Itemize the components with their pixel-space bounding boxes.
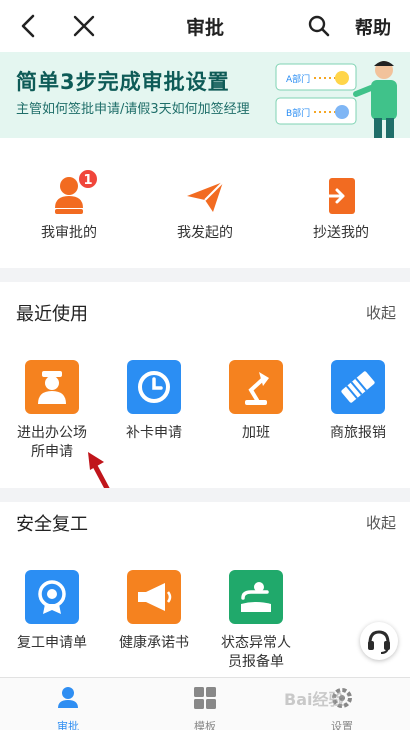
bottom-tab-bar: 审批 模板 设置 [0, 677, 410, 730]
section-title: 安全复工 [16, 514, 88, 535]
tab-label: 设置 [331, 720, 353, 730]
banner-card-a: A部门 [286, 73, 310, 85]
quick-item-label: 抄送我的 [313, 225, 369, 241]
page-title: 审批 [185, 17, 224, 39]
desk-lamp-icon [229, 360, 283, 414]
notification-badge: 1 [77, 168, 99, 190]
approver-person-icon: 1 [47, 168, 99, 218]
quick-item-label: 我发起的 [177, 225, 233, 241]
app-label: 复工申请单 [17, 635, 87, 651]
app-overtime[interactable]: 加班 [208, 360, 304, 443]
app-label: 补卡申请 [126, 425, 182, 441]
watermark-text: Bai经验 [284, 690, 345, 709]
quick-actions: 1 我审批的 我发起的 抄送我的 [0, 138, 410, 268]
guard-person-icon [25, 360, 79, 414]
cc-document-icon [319, 174, 363, 218]
ticket-icon [331, 360, 385, 414]
app-return-to-work[interactable]: 复工申请单 [4, 570, 100, 653]
collapse-button[interactable]: 收起 [366, 302, 396, 323]
section-divider [0, 488, 410, 502]
section-divider [0, 268, 410, 282]
customer-service-button[interactable] [360, 622, 398, 660]
quick-item-my-approvals[interactable]: 1 我审批的 [14, 168, 124, 242]
app-label: 健康承诺书 [119, 635, 189, 651]
tab-label: 审批 [57, 720, 79, 730]
app-label: 商旅报销 [330, 425, 386, 441]
grid-icon [194, 687, 216, 709]
app-abnormal-status-report[interactable]: 状态异常人员报备单 [208, 570, 304, 672]
approval-person-icon [58, 687, 78, 708]
tab-label: 模板 [194, 720, 216, 730]
app-clock-in-fix[interactable]: 补卡申请 [106, 360, 202, 443]
quick-item-cc-me[interactable]: 抄送我的 [286, 174, 396, 242]
report-person-icon [229, 570, 283, 624]
chevron-left-icon[interactable] [16, 12, 42, 40]
app-label: 状态异常人员报备单 [221, 635, 291, 670]
search-icon[interactable] [306, 13, 332, 39]
headset-icon [368, 630, 390, 654]
tab-approval[interactable]: 审批 [28, 684, 108, 730]
recent-section-header: 最近使用 收起 [0, 292, 410, 332]
app-label: 加班 [242, 425, 270, 441]
top-nav-bar: 审批 帮助 [0, 0, 410, 52]
badge-medal-icon [25, 570, 79, 624]
paper-plane-icon [183, 174, 227, 218]
quick-item-label: 我审批的 [41, 225, 97, 241]
app-health-pledge[interactable]: 健康承诺书 [106, 570, 202, 653]
banner-illustration: A部门 B部门 [275, 61, 397, 138]
quick-item-initiated[interactable]: 我发起的 [150, 174, 260, 242]
clock-icon [127, 360, 181, 414]
app-travel-reimbursement[interactable]: 商旅报销 [310, 360, 406, 443]
close-icon[interactable] [70, 12, 98, 40]
help-button[interactable]: 帮助 [355, 14, 391, 40]
section-title: 最近使用 [16, 304, 88, 325]
safety-section-header: 安全复工 收起 [0, 502, 410, 542]
collapse-button[interactable]: 收起 [366, 512, 396, 533]
banner-card-b: B部门 [286, 107, 310, 119]
app-office-access[interactable]: 进出办公场所申请 [4, 360, 100, 462]
banner-subtitle: 主管如何签批申请/请假3天如何加签经理 [16, 102, 250, 117]
banner-title: 简单3步完成审批设置 [16, 70, 230, 94]
tab-templates[interactable]: 模板 [165, 684, 245, 730]
megaphone-icon [127, 570, 181, 624]
setup-guide-banner[interactable]: 简单3步完成审批设置 主管如何签批申请/请假3天如何加签经理 A部门 B部门 [0, 52, 410, 138]
